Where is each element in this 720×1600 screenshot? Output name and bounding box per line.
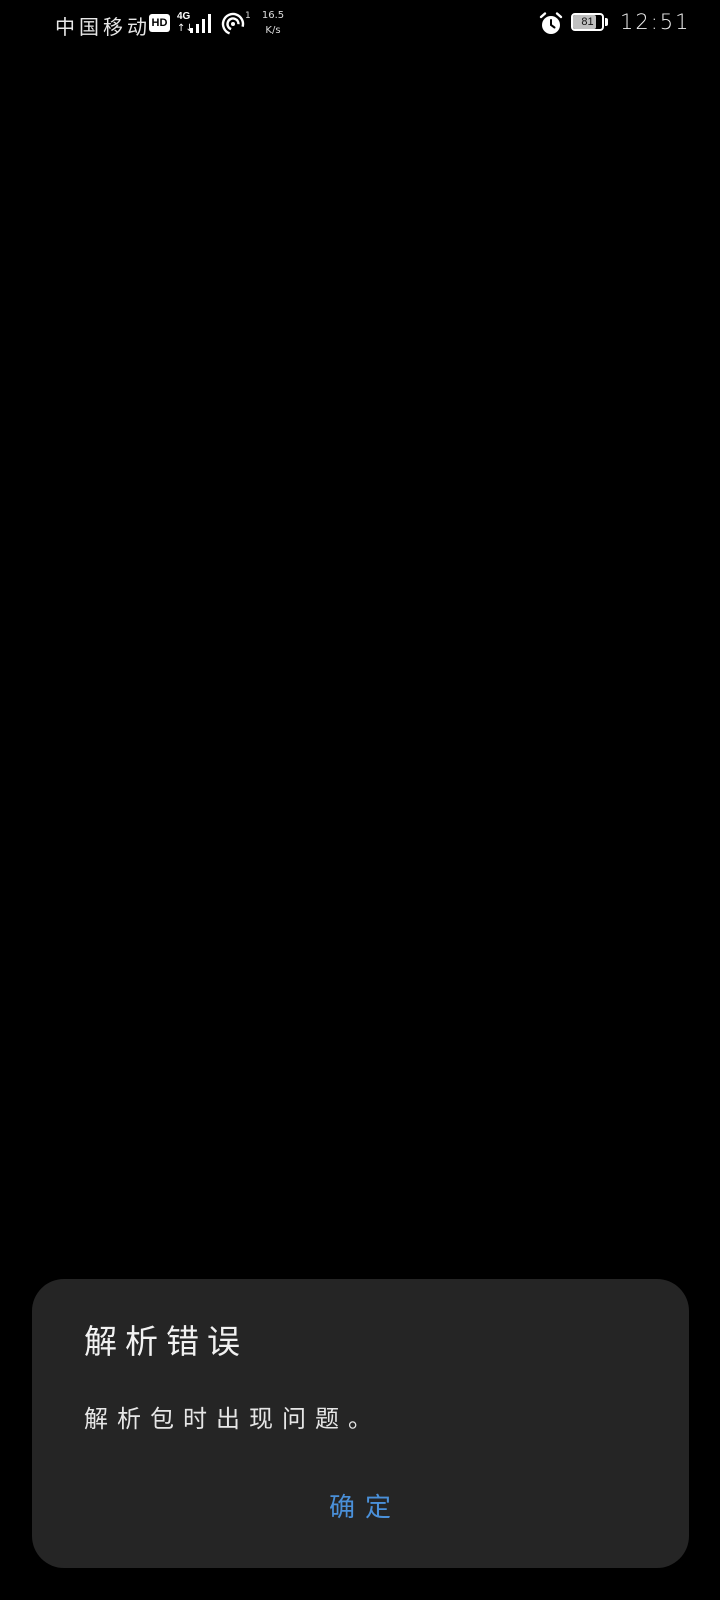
hd-voice-icon: HD (149, 14, 170, 32)
signal-icon (190, 14, 211, 33)
battery-icon: 81 (571, 13, 611, 35)
alarm-icon (539, 12, 563, 34)
network-speed-unit: K/s (265, 25, 281, 36)
network-speed: 16.5 K/s (258, 8, 288, 38)
hotspot-icon (221, 12, 245, 36)
battery-cap (605, 18, 608, 26)
confirm-button[interactable]: 确定 (295, 1475, 425, 1535)
dialog-title: 解析错误 (84, 1322, 248, 1361)
hotspot-count: 1 (245, 11, 251, 21)
clock: 12:51 (620, 10, 691, 34)
battery-level: 81 (581, 16, 594, 28)
status-bar: 中国移动 HD 4G ↑↓ 1 16.5 K/s 81 12:51 (0, 0, 720, 48)
network-speed-value: 16.5 (261, 10, 285, 21)
dialog-message: 解析包时出现问题。 (84, 1405, 381, 1433)
carrier-name: 中国移动 (55, 15, 151, 39)
error-dialog: 解析错误 解析包时出现问题。 确定 (32, 1279, 689, 1568)
